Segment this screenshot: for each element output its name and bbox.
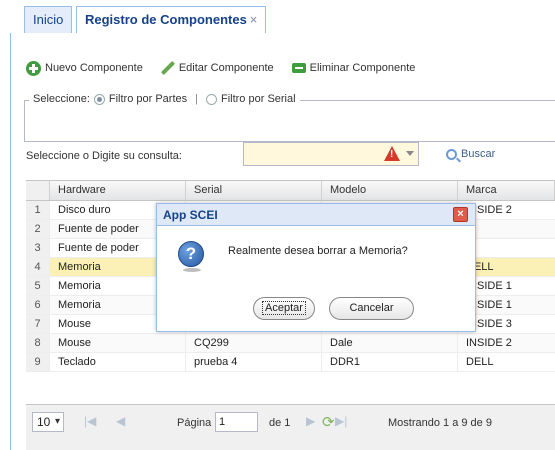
filter-serial-radio[interactable]: [205, 93, 217, 105]
row-number: 3: [26, 239, 50, 257]
cell-hardware: Mouse: [50, 334, 186, 352]
chevron-down-icon[interactable]: [406, 151, 414, 156]
cell-marca: INSIDE 2: [466, 337, 512, 349]
tab-close-icon[interactable]: ×: [250, 12, 258, 27]
cell-serial: CQ299: [186, 334, 322, 352]
search-label: Seleccione o Digite su consulta:: [26, 150, 182, 162]
add-icon: [26, 60, 41, 76]
search-button-label: Buscar: [461, 148, 496, 160]
row-number: 1: [26, 201, 50, 219]
cell-modelo: DDR1: [322, 353, 458, 371]
delete-component-button[interactable]: Eliminar Componente: [291, 62, 416, 74]
cell-marca: DELL: [466, 356, 494, 368]
search-button[interactable]: Buscar: [446, 148, 495, 160]
delete-component-label: Eliminar Componente: [309, 62, 416, 74]
search-icon: [446, 148, 457, 160]
row-number: 2: [26, 220, 50, 238]
filter-fieldset: Seleccione: Filtro por Partes | Filtro p…: [24, 93, 555, 142]
grid-header: Hardware Serial Modelo Marca: [26, 181, 555, 201]
tab-bar: Inicio Registro de Componentes ×: [10, 4, 555, 35]
tab-registro-label: Registro de Componentes: [85, 12, 247, 27]
row-number: 4: [26, 258, 50, 276]
row-number: 6: [26, 296, 50, 314]
dialog-header: App SCEI ×: [157, 204, 475, 226]
row-number: 7: [26, 315, 50, 333]
tab-inicio[interactable]: Inicio: [24, 6, 73, 34]
header-serial[interactable]: Serial: [186, 181, 322, 200]
cancel-button[interactable]: Cancelar: [329, 297, 414, 320]
page-size-select[interactable]: 10: [32, 412, 64, 432]
table-row[interactable]: 8 Mouse CQ299 Dale INSIDE 2: [26, 334, 555, 353]
page-of-label: de 1: [269, 417, 291, 429]
first-page-icon[interactable]: |◀: [84, 414, 96, 428]
dialog-message: Realmente desea borrar a Memoria?: [228, 245, 408, 257]
new-component-button[interactable]: Nuevo Componente: [26, 60, 143, 76]
pencil-icon: [161, 61, 175, 75]
edit-component-label: Editar Componente: [178, 62, 274, 74]
delete-icon: [291, 63, 306, 73]
row-number: 5: [26, 277, 50, 295]
confirm-dialog: App SCEI × ? Realmente desea borrar a Me…: [156, 203, 476, 332]
edit-component-button[interactable]: Editar Componente: [161, 61, 274, 75]
question-icon: ?: [178, 241, 204, 272]
new-component-label: Nuevo Componente: [45, 62, 143, 74]
cell-hardware: Teclado: [50, 353, 186, 371]
warning-icon: !: [384, 146, 400, 161]
next-page-icon[interactable]: ▶: [306, 414, 315, 428]
header-hardware[interactable]: Hardware: [50, 181, 186, 200]
toolbar: Nuevo Componente Editar Componente Elimi…: [26, 58, 415, 78]
filter-legend: Seleccione: Filtro por Partes | Filtro p…: [29, 93, 300, 105]
row-number: 9: [26, 353, 50, 371]
filter-partes-radio[interactable]: [93, 93, 105, 105]
accept-button[interactable]: Aceptar: [253, 297, 315, 320]
paging-info: Mostrando 1 a 9 de 9: [388, 417, 492, 429]
page-label: Página: [177, 417, 212, 429]
dialog-title: App SCEI: [163, 207, 218, 222]
filter-prefix: Seleccione:: [33, 93, 90, 105]
cell-serial: prueba 4: [186, 353, 322, 371]
table-row[interactable]: 9 Teclado prueba 4 DDR1 DELL: [26, 353, 555, 372]
filter-partes-label[interactable]: Filtro por Partes: [109, 93, 187, 105]
tab-registro-componentes[interactable]: Registro de Componentes ×: [76, 6, 267, 35]
header-modelo[interactable]: Modelo: [322, 181, 458, 200]
header-rownum: [26, 181, 50, 200]
dialog-close-icon[interactable]: ×: [453, 207, 468, 222]
search-combobox[interactable]: !: [243, 142, 419, 166]
prev-page-icon[interactable]: ◀: [116, 414, 125, 428]
accept-label: Aceptar: [262, 301, 306, 315]
refresh-icon[interactable]: ⟳: [322, 413, 335, 431]
filter-separator: |: [195, 93, 198, 105]
row-number: 8: [26, 334, 50, 352]
filter-serial-label[interactable]: Filtro por Serial: [221, 93, 296, 105]
tab-inicio-label: Inicio: [33, 12, 64, 27]
page-input[interactable]: 1: [215, 412, 258, 432]
header-marca[interactable]: Marca: [458, 181, 555, 200]
pager: 10 |◀ ◀ Página 1 de 1 ▶ ▶| ⟳ Mostrando 1…: [26, 404, 555, 450]
last-page-icon[interactable]: ▶|: [335, 414, 347, 428]
cell-modelo: Dale: [322, 334, 458, 352]
